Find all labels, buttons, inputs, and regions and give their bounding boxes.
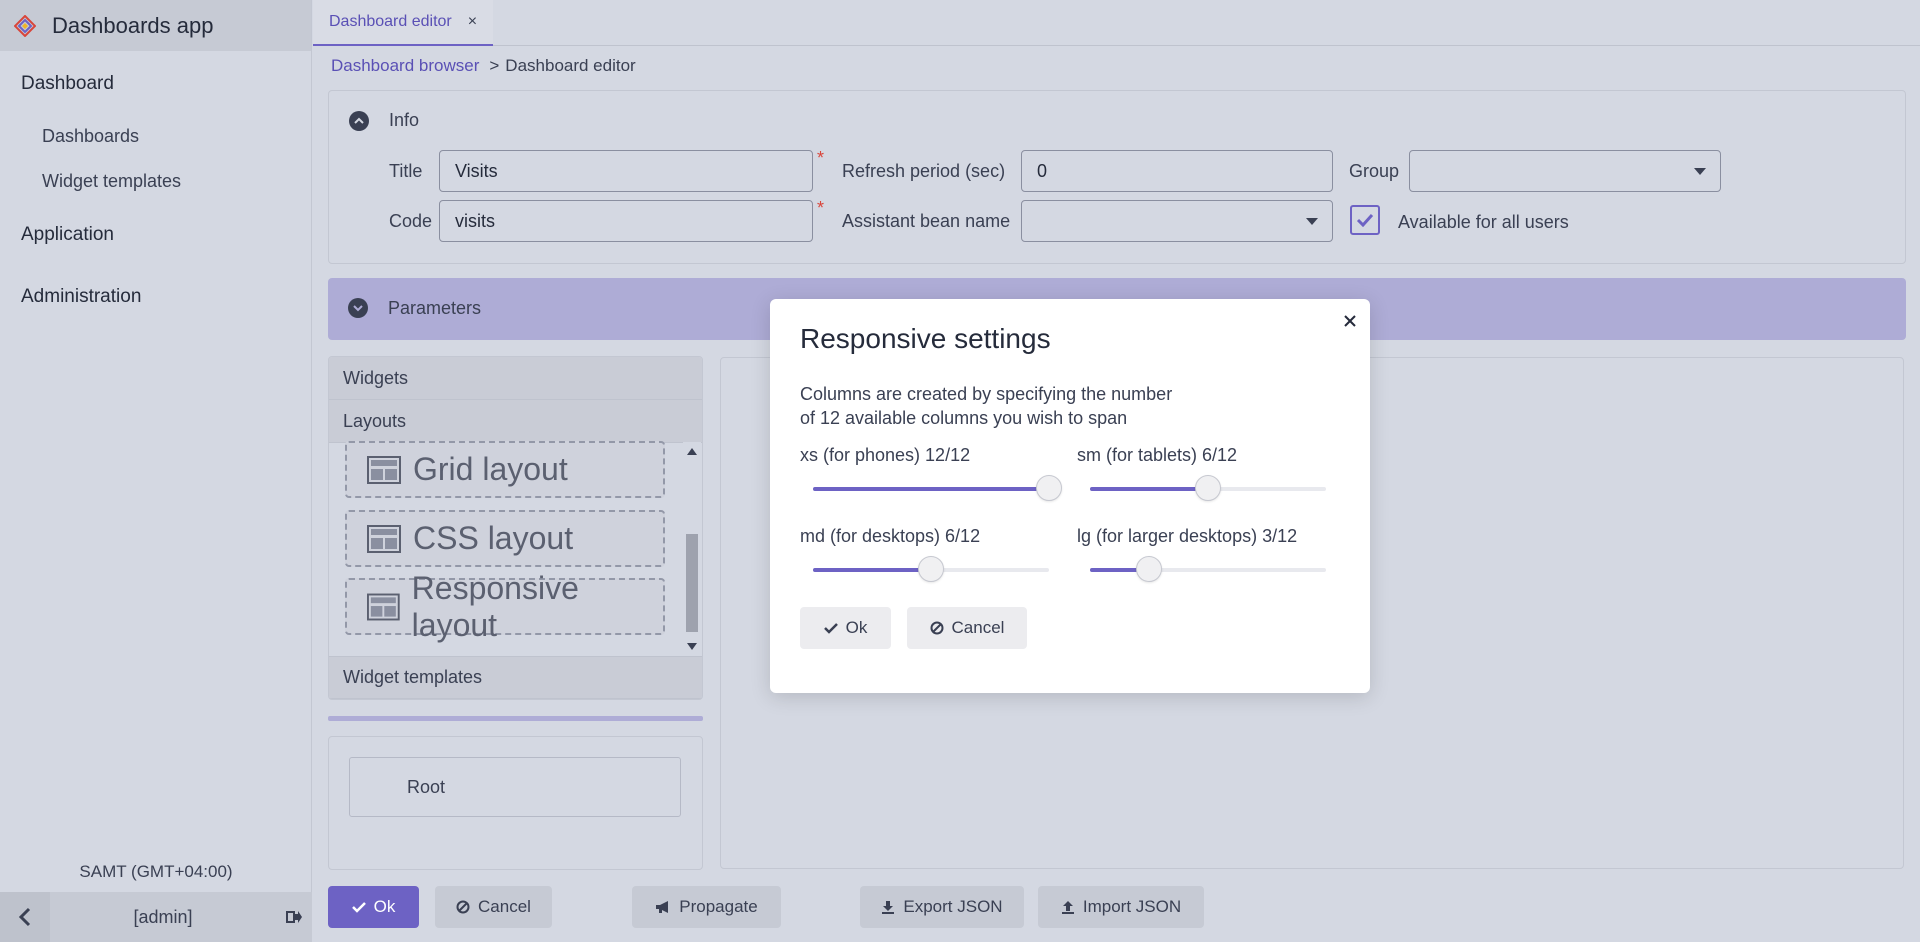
slider-thumb[interactable] — [1195, 475, 1221, 501]
close-icon — [1344, 315, 1356, 327]
dialog-description: Columns are created by specifying the nu… — [800, 382, 1220, 430]
slider-xs[interactable] — [813, 475, 1062, 501]
responsive-settings-dialog: Responsive settings Columns are created … — [770, 299, 1370, 693]
dialog-description-line: of 12 available columns you wish to span — [800, 408, 1128, 428]
slider-thumb[interactable] — [918, 556, 944, 582]
slider-thumb[interactable] — [1036, 475, 1062, 501]
dialog-ok-button[interactable]: Ok — [800, 607, 891, 649]
slider-lg[interactable] — [1090, 556, 1326, 582]
dialog-title: Responsive settings — [800, 323, 1051, 354]
slider-sm[interactable] — [1090, 475, 1326, 501]
modal-overlay: Responsive settings Columns are created … — [0, 0, 1920, 942]
slider-thumb[interactable] — [1136, 556, 1162, 582]
slider-label-sm: sm (for tablets) 6/12 — [1077, 445, 1238, 465]
slider-label-lg: lg (for larger desktops) 3/12 — [1077, 526, 1298, 546]
dialog-description-line: Columns are created by specifying the nu… — [800, 384, 1173, 404]
cancel-icon — [930, 621, 944, 635]
slider-fill — [813, 568, 931, 572]
slider-label-xs: xs (for phones) 12/12 — [800, 445, 971, 465]
checkmark-icon — [823, 623, 838, 634]
slider-fill — [813, 487, 1049, 491]
slider-fill — [1090, 487, 1208, 491]
dialog-ok-label: Ok — [845, 618, 868, 637]
dialog-cancel-label: Cancel — [951, 618, 1005, 637]
dialog-cancel-button[interactable]: Cancel — [907, 607, 1027, 649]
slider-label-md: md (for desktops) 6/12 — [800, 526, 981, 546]
slider-md[interactable] — [813, 556, 1049, 582]
dialog-close-button[interactable] — [1340, 311, 1360, 331]
